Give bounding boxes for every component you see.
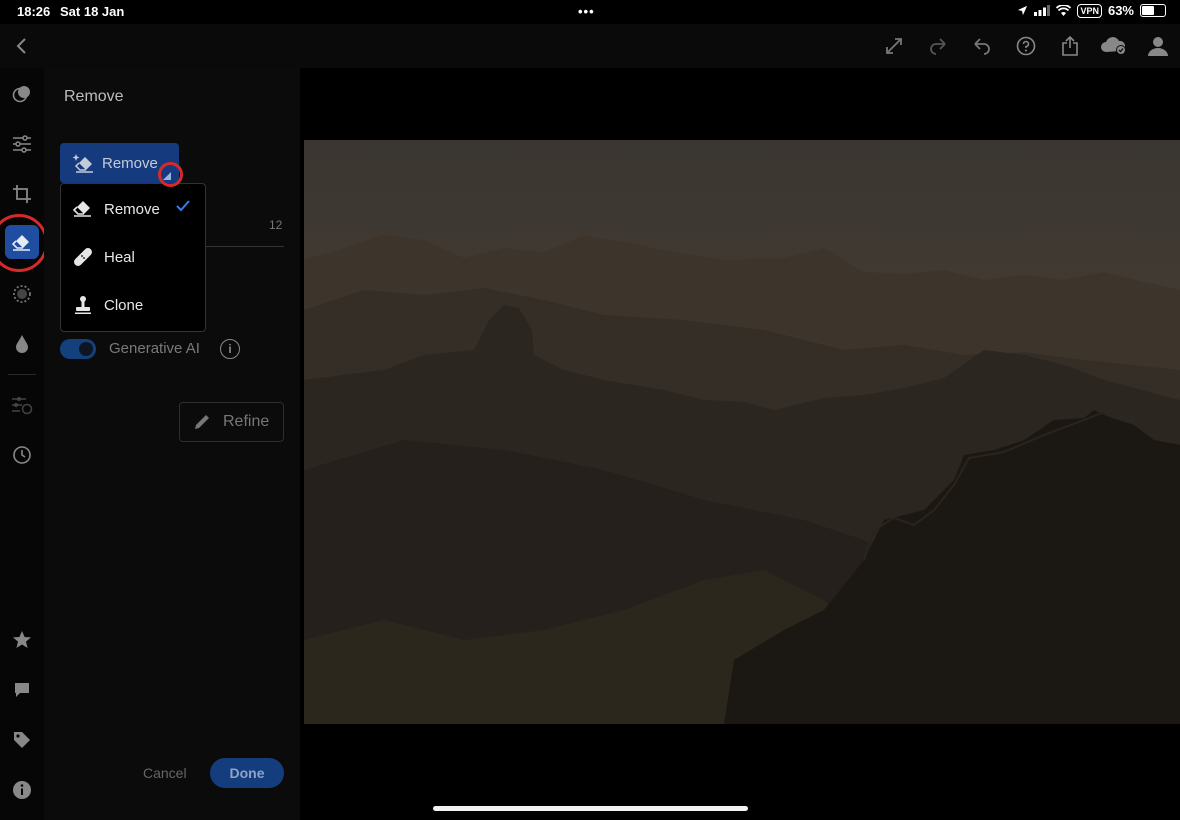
fullscreen-icon[interactable] xyxy=(880,32,908,60)
checkmark-icon xyxy=(175,198,191,214)
toggle-knob xyxy=(79,342,93,356)
bandage-icon xyxy=(73,247,93,267)
cloud-sync-icon[interactable] xyxy=(1100,32,1128,60)
location-icon xyxy=(1017,5,1028,16)
menu-item-heal[interactable]: Heal xyxy=(61,234,205,280)
pencil-icon xyxy=(193,413,211,431)
status-bar: 18:26 Sat 18 Jan ••• VPN 63% xyxy=(0,0,1180,24)
battery-level xyxy=(1142,6,1154,15)
top-toolbar xyxy=(0,24,1180,68)
left-tool-rail xyxy=(0,68,44,820)
status-date: Sat 18 Jan xyxy=(60,4,125,19)
effects-drop-icon[interactable] xyxy=(8,330,36,358)
home-indicator[interactable] xyxy=(433,806,748,811)
back-chevron-icon[interactable] xyxy=(8,32,36,60)
tags-icon[interactable] xyxy=(8,726,36,754)
multitasking-dots[interactable]: ••• xyxy=(578,4,595,19)
presets-icon[interactable] xyxy=(8,80,36,108)
menu-item-remove[interactable]: Remove xyxy=(61,186,205,232)
menu-item-label: Clone xyxy=(104,297,144,314)
mountain-landscape-photo xyxy=(304,140,1180,724)
comments-icon[interactable] xyxy=(8,676,36,704)
rail-divider xyxy=(8,374,36,375)
menu-item-label: Remove xyxy=(104,201,160,218)
refine-label: Refine xyxy=(223,413,270,430)
refine-button[interactable]: Refine xyxy=(179,402,284,442)
status-time: 18:26 xyxy=(17,4,51,19)
masking-icon[interactable] xyxy=(8,280,36,308)
tool-dropdown-menu: Remove Heal Clone xyxy=(60,183,206,332)
redo-icon[interactable] xyxy=(924,32,952,60)
panel-title: Remove xyxy=(64,88,124,105)
brush-size-slider[interactable] xyxy=(204,246,284,247)
history-icon[interactable] xyxy=(8,441,36,469)
share-icon[interactable] xyxy=(1056,32,1084,60)
vpn-badge: VPN xyxy=(1077,3,1102,18)
profile-icon[interactable] xyxy=(1144,32,1172,60)
edit-sliders-icon[interactable] xyxy=(8,130,36,158)
crop-icon[interactable] xyxy=(8,180,36,208)
brush-size-value: 12 xyxy=(269,218,283,232)
menu-item-clone[interactable]: Clone xyxy=(61,282,205,328)
signal-icon xyxy=(1034,5,1051,16)
rating-star-icon[interactable] xyxy=(8,626,36,654)
generative-ai-toggle[interactable] xyxy=(60,339,96,359)
status-indicators: VPN 63% xyxy=(1017,3,1166,18)
battery-icon xyxy=(1140,4,1166,17)
menu-item-label: Heal xyxy=(104,249,135,266)
versions-icon[interactable] xyxy=(8,391,36,419)
generative-ai-info-icon[interactable]: i xyxy=(220,339,240,359)
eraser-icon xyxy=(73,199,93,217)
wifi-icon xyxy=(1056,5,1072,16)
stamp-icon xyxy=(73,295,93,315)
battery-percent: 63% xyxy=(1107,3,1134,18)
eraser-sparkle-icon xyxy=(72,152,96,174)
help-icon[interactable] xyxy=(1012,32,1040,60)
undo-icon[interactable] xyxy=(968,32,996,60)
annotation-circle-dropdown xyxy=(158,162,183,187)
done-button[interactable]: Done xyxy=(210,758,284,788)
remove-mode-label: Remove xyxy=(102,155,158,172)
cancel-button[interactable]: Cancel xyxy=(143,765,187,781)
info-icon[interactable] xyxy=(8,776,36,804)
photo-canvas[interactable] xyxy=(304,140,1180,724)
generative-ai-label: Generative AI xyxy=(109,340,200,357)
